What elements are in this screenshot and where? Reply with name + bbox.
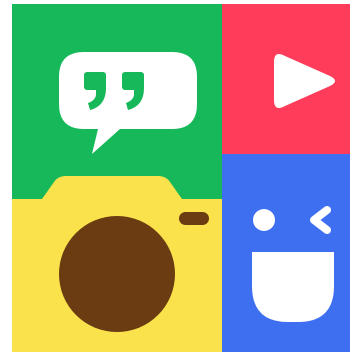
camera-lens-icon — [59, 216, 175, 332]
face-mouth-icon — [252, 252, 334, 322]
app-icon[interactable] — [12, 4, 350, 352]
app-icon-graphic — [12, 4, 350, 352]
camera-viewfinder-icon — [179, 212, 209, 225]
face-eye-icon — [253, 209, 275, 231]
camera-top-bump — [42, 176, 182, 199]
